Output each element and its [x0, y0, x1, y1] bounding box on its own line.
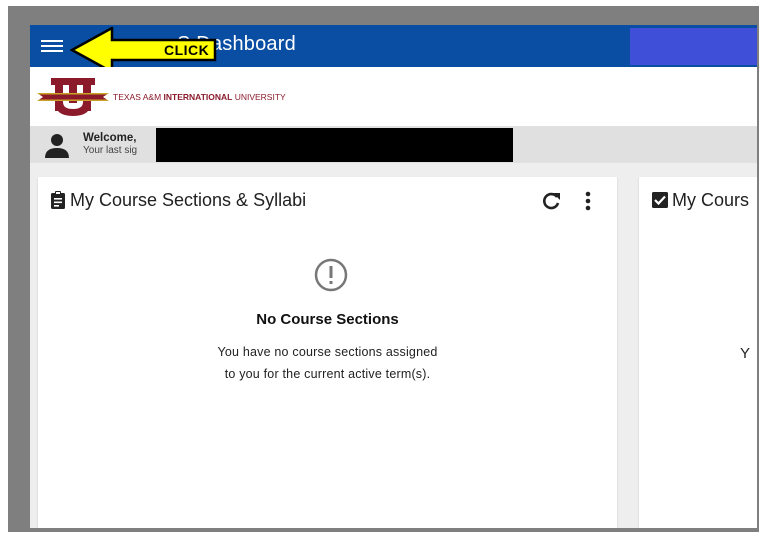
course-sections-card: My Course Sections & Syllabi No Course S… — [38, 177, 617, 528]
card-title: My Course Sections & Syllabi — [70, 190, 307, 210]
screenshot-frame: S Dashboard CLICK TEXAS A&M INTERNATIONA… — [8, 6, 759, 532]
hamburger-menu-icon[interactable] — [41, 37, 63, 55]
empty-state-title: No Course Sections — [256, 311, 399, 328]
refresh-icon[interactable] — [540, 190, 562, 212]
empty-state-message-line1: You have no course sections assigned — [217, 345, 438, 359]
callout-label: CLICK — [164, 42, 210, 58]
checkbox-checked-icon — [652, 192, 668, 208]
user-avatar-icon — [45, 134, 69, 158]
welcome-bar: Welcome, Your last sig — [30, 126, 757, 163]
empty-state-message-line2: to you for the current active term(s). — [224, 367, 431, 381]
card-title: My Cours — [672, 190, 750, 210]
welcome-greeting: Welcome, — [83, 132, 137, 144]
card-text-fragment: Y — [740, 345, 751, 362]
university-logo-icon — [37, 78, 109, 116]
app-screen: S Dashboard CLICK TEXAS A&M INTERNATIONA… — [30, 25, 757, 528]
last-signin-text: Your last sig — [83, 145, 138, 156]
more-vert-icon[interactable] — [581, 190, 595, 212]
second-course-card: My Cours Y — [639, 177, 757, 528]
redaction-block — [156, 128, 513, 162]
alert-circle-icon — [314, 258, 348, 292]
header-right-panel — [630, 28, 757, 65]
university-logo-bar: TEXAS A&M INTERNATIONAL UNIVERSITY — [30, 67, 757, 126]
university-name: TEXAS A&M INTERNATIONAL UNIVERSITY — [113, 92, 286, 102]
clipboard-icon — [51, 191, 65, 209]
